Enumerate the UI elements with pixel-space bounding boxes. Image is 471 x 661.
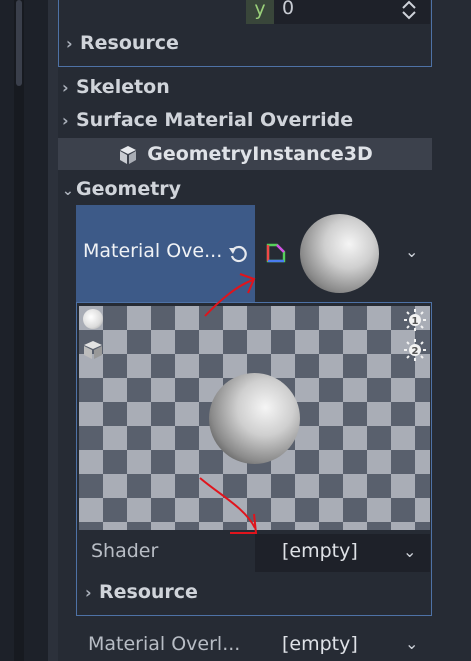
- section-resource-top[interactable]: › Resource: [66, 28, 179, 58]
- chevron-right-icon: ›: [66, 34, 73, 53]
- material-override-label: Material Ove...: [83, 240, 223, 262]
- section-resource-top-label: Resource: [80, 32, 179, 54]
- y-value[interactable]: 0: [282, 0, 294, 19]
- light-2-icon[interactable]: 2: [404, 339, 426, 361]
- box-preview-icon[interactable]: [82, 339, 104, 361]
- section-surface-material-override[interactable]: › Surface Material Override: [62, 105, 353, 135]
- scrollbar-track[interactable]: [14, 0, 24, 661]
- cube-icon: [120, 145, 137, 164]
- shader-label: Shader: [91, 540, 159, 562]
- chevron-right-icon: ›: [62, 78, 69, 97]
- section-skeleton[interactable]: › Skeleton: [62, 72, 170, 102]
- chevron-down-icon[interactable]: ⌄: [405, 634, 418, 653]
- section-resource-sub[interactable]: › Resource: [85, 577, 198, 607]
- material-icon: [266, 243, 286, 263]
- svg-text:1: 1: [412, 316, 419, 327]
- chevron-right-icon: ›: [85, 583, 92, 602]
- chevron-down-icon[interactable]: ⌄: [405, 242, 418, 261]
- section-geometry-label: Geometry: [76, 178, 182, 200]
- svg-text:2: 2: [412, 346, 419, 357]
- material-overlay-label: Material Overl...: [88, 633, 241, 655]
- y-axis-label: y: [246, 0, 274, 24]
- section-resource-sub-label: Resource: [99, 581, 198, 603]
- light-1-icon[interactable]: 1: [404, 309, 426, 331]
- section-skeleton-label: Skeleton: [76, 76, 170, 98]
- chevron-right-icon: ›: [62, 111, 69, 130]
- chevron-down-icon[interactable]: ⌄: [403, 542, 416, 561]
- class-header: GeometryInstance3D: [58, 138, 432, 170]
- section-geometry[interactable]: ⌄ Geometry: [62, 174, 181, 204]
- sphere-preview-icon[interactable]: [83, 309, 103, 329]
- material-thumbnail[interactable]: [300, 214, 379, 293]
- updown-arrows-icon[interactable]: [400, 0, 418, 20]
- scrollbar-thumb[interactable]: [16, 0, 22, 86]
- panel-indent-guide: [48, 0, 58, 661]
- section-surface-material-override-label: Surface Material Override: [76, 109, 354, 131]
- shader-value[interactable]: [empty]: [282, 540, 358, 562]
- chevron-down-icon: ⌄: [62, 183, 74, 199]
- class-header-title: GeometryInstance3D: [147, 143, 373, 165]
- revert-icon[interactable]: [227, 242, 249, 264]
- material-preview-sphere: [209, 373, 300, 464]
- material-overlay-value[interactable]: [empty]: [282, 633, 358, 655]
